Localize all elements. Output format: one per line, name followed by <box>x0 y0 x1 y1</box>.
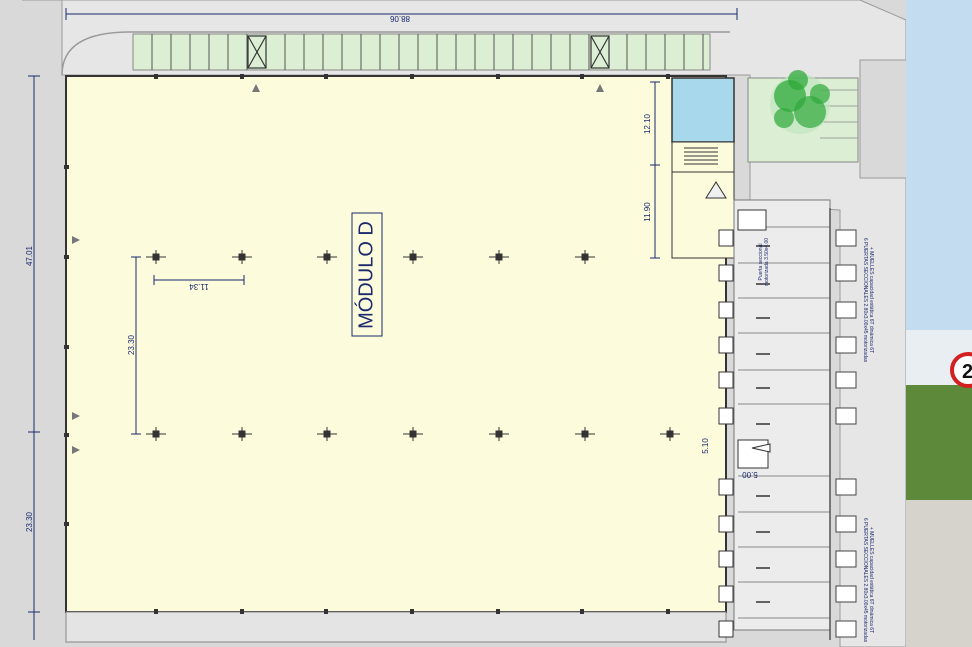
parking-strip <box>132 33 711 71</box>
module-label: MÓDULO D <box>354 221 377 329</box>
photo-sky <box>906 0 972 340</box>
ramp-note-2: motorizada 3.50x4.00 <box>764 238 770 286</box>
dock-note-lower-2: + MUELLES capacidad estática 6T dinámica… <box>868 527 874 633</box>
dock-note-upper-1: 6 PUERTAS SECCIONALES 2.80x3.00x45 motor… <box>862 238 868 363</box>
dock-zone <box>733 199 831 631</box>
dimension-office-lower: 11.90 <box>643 202 652 222</box>
warehouse-floor <box>65 75 727 613</box>
office-lower <box>671 141 735 173</box>
dimension-bay-x: 11.34 <box>189 282 209 291</box>
bottom-strip <box>65 611 727 643</box>
dimension-office-upper: 12.10 <box>643 113 652 134</box>
dock-note-lower-1: 6 PUERTAS SECCIONALES 2.80x3.00x45 motor… <box>862 518 868 643</box>
dimension-ramp-w: 5.00 <box>742 470 758 479</box>
office-area <box>671 77 735 143</box>
floor-plan: 88.06 47.01 23.30 11.34 23.30 MÓDULO D 1… <box>0 0 972 647</box>
dimension-left-lower: 23.30 <box>25 511 34 532</box>
ramp-area <box>737 439 769 469</box>
dimension-bay-y: 23.30 <box>127 334 136 355</box>
dimension-ramp-h: 5.10 <box>701 438 710 454</box>
dock-note-upper-2: + MUELLES capacidad estática 6T dinámica… <box>868 247 874 353</box>
dimension-top-width: 88.06 <box>389 14 410 23</box>
speed-sign-text: 2 <box>962 361 972 383</box>
dimension-left-upper: 47.01 <box>25 245 34 266</box>
photo-road <box>906 500 972 647</box>
photo-vegetation <box>906 385 972 505</box>
ramp-door <box>737 209 767 231</box>
